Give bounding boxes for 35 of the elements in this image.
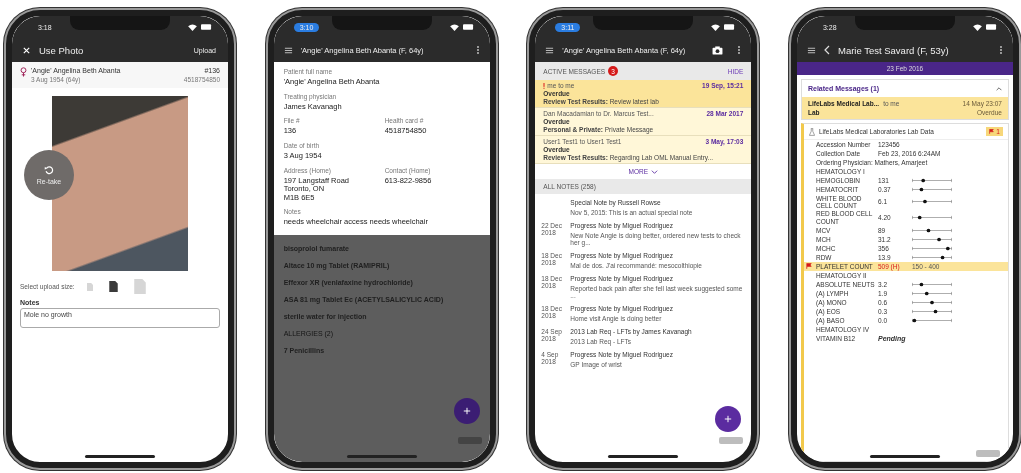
menu-icon[interactable] — [283, 45, 293, 55]
screen-title: Use Photo — [39, 44, 84, 56]
menu-icon[interactable] — [806, 45, 816, 55]
home-indicator — [346, 455, 417, 458]
battery-icon — [985, 24, 997, 30]
camera-icon[interactable] — [712, 45, 724, 55]
chevron-up-icon[interactable] — [995, 86, 1002, 91]
wifi-icon — [972, 23, 982, 31]
flask-icon — [808, 127, 815, 136]
close-icon[interactable] — [22, 45, 31, 55]
female-symbol-icon — [20, 67, 27, 77]
add-button[interactable] — [453, 398, 480, 424]
home-indicator — [608, 455, 679, 458]
wifi-icon — [188, 23, 197, 31]
flag-icon — [989, 129, 995, 134]
file-size-icon[interactable] — [108, 281, 118, 292]
battery-icon — [462, 24, 474, 30]
more-icon[interactable] — [998, 45, 1003, 55]
plus-icon — [724, 415, 733, 423]
more-icon[interactable] — [475, 45, 480, 55]
back-icon[interactable] — [823, 45, 830, 55]
refresh-icon — [44, 165, 54, 175]
home-indicator — [85, 455, 155, 458]
home-indicator — [869, 455, 940, 458]
chevron-down-icon — [651, 169, 659, 174]
plus-icon — [462, 407, 471, 415]
flag-icon — [805, 263, 812, 270]
add-button[interactable] — [715, 406, 742, 432]
battery-icon — [724, 24, 736, 30]
more-icon[interactable] — [737, 45, 742, 55]
battery-icon — [201, 24, 212, 30]
patient-title: Marie Test Savard (F, 53y) — [837, 44, 949, 56]
wifi-icon — [711, 23, 721, 31]
wifi-icon — [449, 23, 459, 31]
menu-icon[interactable] — [545, 45, 555, 55]
